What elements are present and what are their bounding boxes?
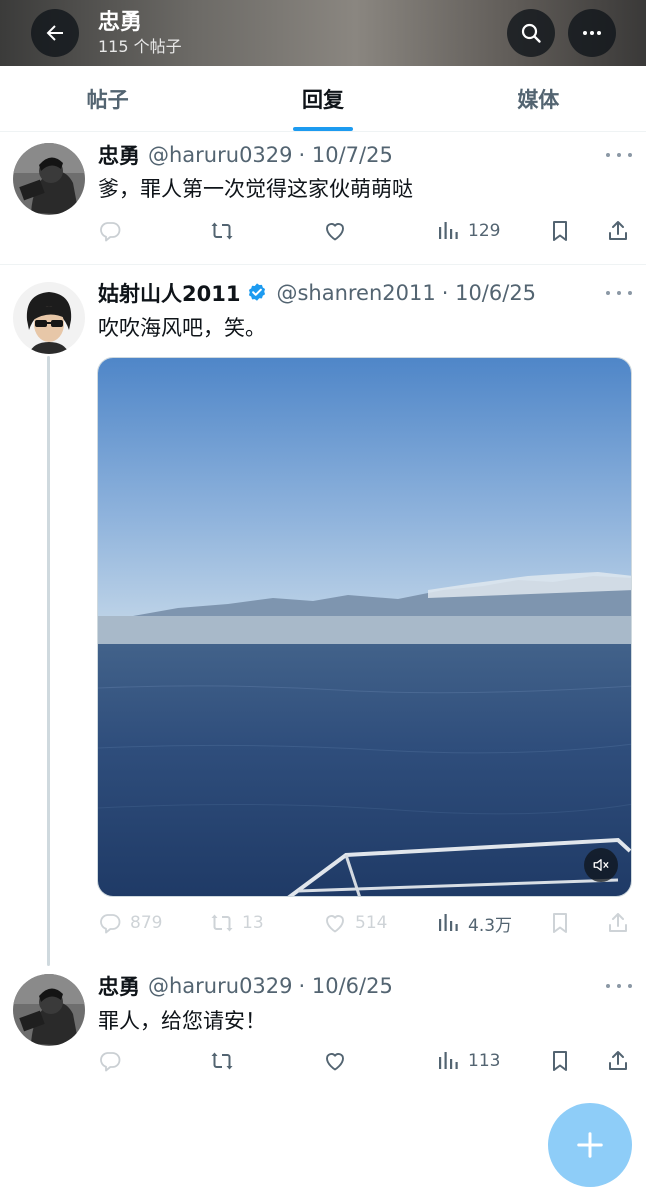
share-icon [609, 221, 627, 240]
share-button[interactable] [606, 1043, 630, 1079]
tweet-more-button[interactable] [606, 976, 632, 996]
tweet-actions: 129 [98, 213, 638, 249]
tab-media[interactable]: 媒体 [431, 66, 646, 131]
repost-count: 13 [242, 913, 264, 933]
tweet-actions: 879 13 514 4.3万 [98, 905, 638, 941]
more-button[interactable] [568, 9, 616, 57]
profile-header: 忠勇 115 个帖子 [0, 0, 646, 66]
like-icon [326, 915, 344, 933]
tweet-date: · 10/6/25 [298, 974, 393, 998]
share-icon [609, 913, 627, 932]
back-button[interactable] [31, 9, 79, 57]
avatar-image [13, 974, 85, 1046]
post-count: 115 个帖子 [98, 37, 182, 56]
tweet-text: 爹，罪人第一次觉得这家伙萌萌哒 [98, 177, 413, 201]
tweet-video[interactable] [97, 357, 632, 897]
avatar-image [13, 143, 85, 215]
views-count: 129 [468, 221, 501, 241]
bookmark-button[interactable] [548, 905, 572, 941]
repost-button[interactable] [210, 213, 234, 249]
more-icon [583, 31, 601, 35]
views-icon [439, 914, 458, 931]
like-count: 514 [355, 913, 388, 933]
tab-posts[interactable]: 帖子 [0, 66, 215, 131]
like-button[interactable]: 514 [323, 905, 387, 941]
repost-icon [211, 1052, 233, 1070]
tweet[interactable]: 忠勇 @haruru0329 · 10/6/25 罪人，给您请安！ 113 [0, 960, 646, 1090]
author-name[interactable]: 忠勇 [98, 971, 140, 1001]
tweet-meta: 忠勇 @haruru0329 · 10/6/25 [98, 971, 393, 1001]
views-button[interactable]: 129 [436, 213, 500, 249]
avatar-image [13, 282, 85, 354]
active-tab-indicator [292, 127, 353, 131]
views-button[interactable]: 4.3万 [436, 905, 512, 941]
reply-icon [100, 222, 121, 242]
profile-name: 忠勇 [98, 10, 143, 35]
tweet-actions: 113 [98, 1043, 638, 1079]
verified-icon [249, 283, 266, 301]
views-count: 113 [468, 1051, 501, 1071]
like-button[interactable] [323, 213, 347, 249]
tab-label: 回复 [301, 87, 344, 112]
repost-button[interactable]: 13 [210, 905, 264, 941]
profile-tabs: 帖子 回复 媒体 [0, 66, 646, 132]
author-handle[interactable]: @haruru0329 [148, 143, 293, 167]
repost-icon [211, 222, 233, 240]
bookmark-button[interactable] [548, 1043, 572, 1079]
tweet-more-button[interactable] [606, 145, 632, 165]
repost-icon [211, 914, 233, 932]
views-button[interactable]: 113 [436, 1043, 500, 1079]
video-frame [98, 358, 631, 896]
views-icon [439, 1052, 458, 1069]
reply-button[interactable] [98, 213, 122, 249]
author-handle[interactable]: @shanren2011 [276, 281, 435, 305]
author-name[interactable]: 忠勇 [98, 140, 140, 170]
tweet[interactable]: 忠勇 @haruru0329 · 10/7/25 爹，罪人第一次觉得这家伙萌萌哒… [0, 132, 646, 264]
bookmark-icon [553, 221, 567, 241]
tweet-more-button[interactable] [606, 283, 632, 303]
reply-icon [100, 1052, 121, 1072]
tweet-text: 吹吹海风吧，笑。 [98, 316, 266, 340]
like-icon [326, 223, 344, 241]
tweet-date: · 10/7/25 [298, 143, 393, 167]
mute-button[interactable] [584, 848, 618, 882]
like-button[interactable] [323, 1043, 347, 1079]
search-icon [521, 23, 541, 43]
search-button[interactable] [507, 9, 555, 57]
like-icon [326, 1053, 344, 1071]
back-arrow-icon [46, 25, 63, 41]
reply-button[interactable] [98, 1043, 122, 1079]
compose-button[interactable] [548, 1103, 632, 1187]
avatar[interactable] [13, 143, 85, 215]
tweet-meta: 忠勇 @haruru0329 · 10/7/25 [98, 140, 393, 170]
share-icon [609, 1051, 627, 1070]
avatar[interactable] [13, 282, 85, 354]
mute-icon [593, 859, 609, 871]
author-name[interactable]: 姑射山人2011 [98, 278, 240, 308]
plus-icon [577, 1132, 603, 1158]
bookmark-icon [553, 913, 567, 933]
reply-button[interactable]: 879 [98, 905, 162, 941]
tweet-text: 罪人，给您请安！ [98, 1009, 266, 1033]
tab-label: 媒体 [517, 87, 560, 112]
views-icon [439, 222, 458, 239]
author-handle[interactable]: @haruru0329 [148, 974, 293, 998]
avatar[interactable] [13, 974, 85, 1046]
tab-replies[interactable]: 回复 [215, 66, 430, 131]
views-count: 4.3万 [468, 915, 513, 936]
reply-icon [100, 914, 121, 934]
repost-button[interactable] [210, 1043, 234, 1079]
share-button[interactable] [606, 905, 630, 941]
bookmark-icon [553, 1051, 567, 1071]
tab-label: 帖子 [86, 87, 129, 112]
tweet-date: · 10/6/25 [441, 281, 537, 305]
bookmark-button[interactable] [548, 213, 572, 249]
share-button[interactable] [606, 213, 630, 249]
reply-count: 879 [130, 913, 163, 933]
tweet-meta: 姑射山人2011 @shanren2011 · 10/6/25 [98, 278, 536, 308]
